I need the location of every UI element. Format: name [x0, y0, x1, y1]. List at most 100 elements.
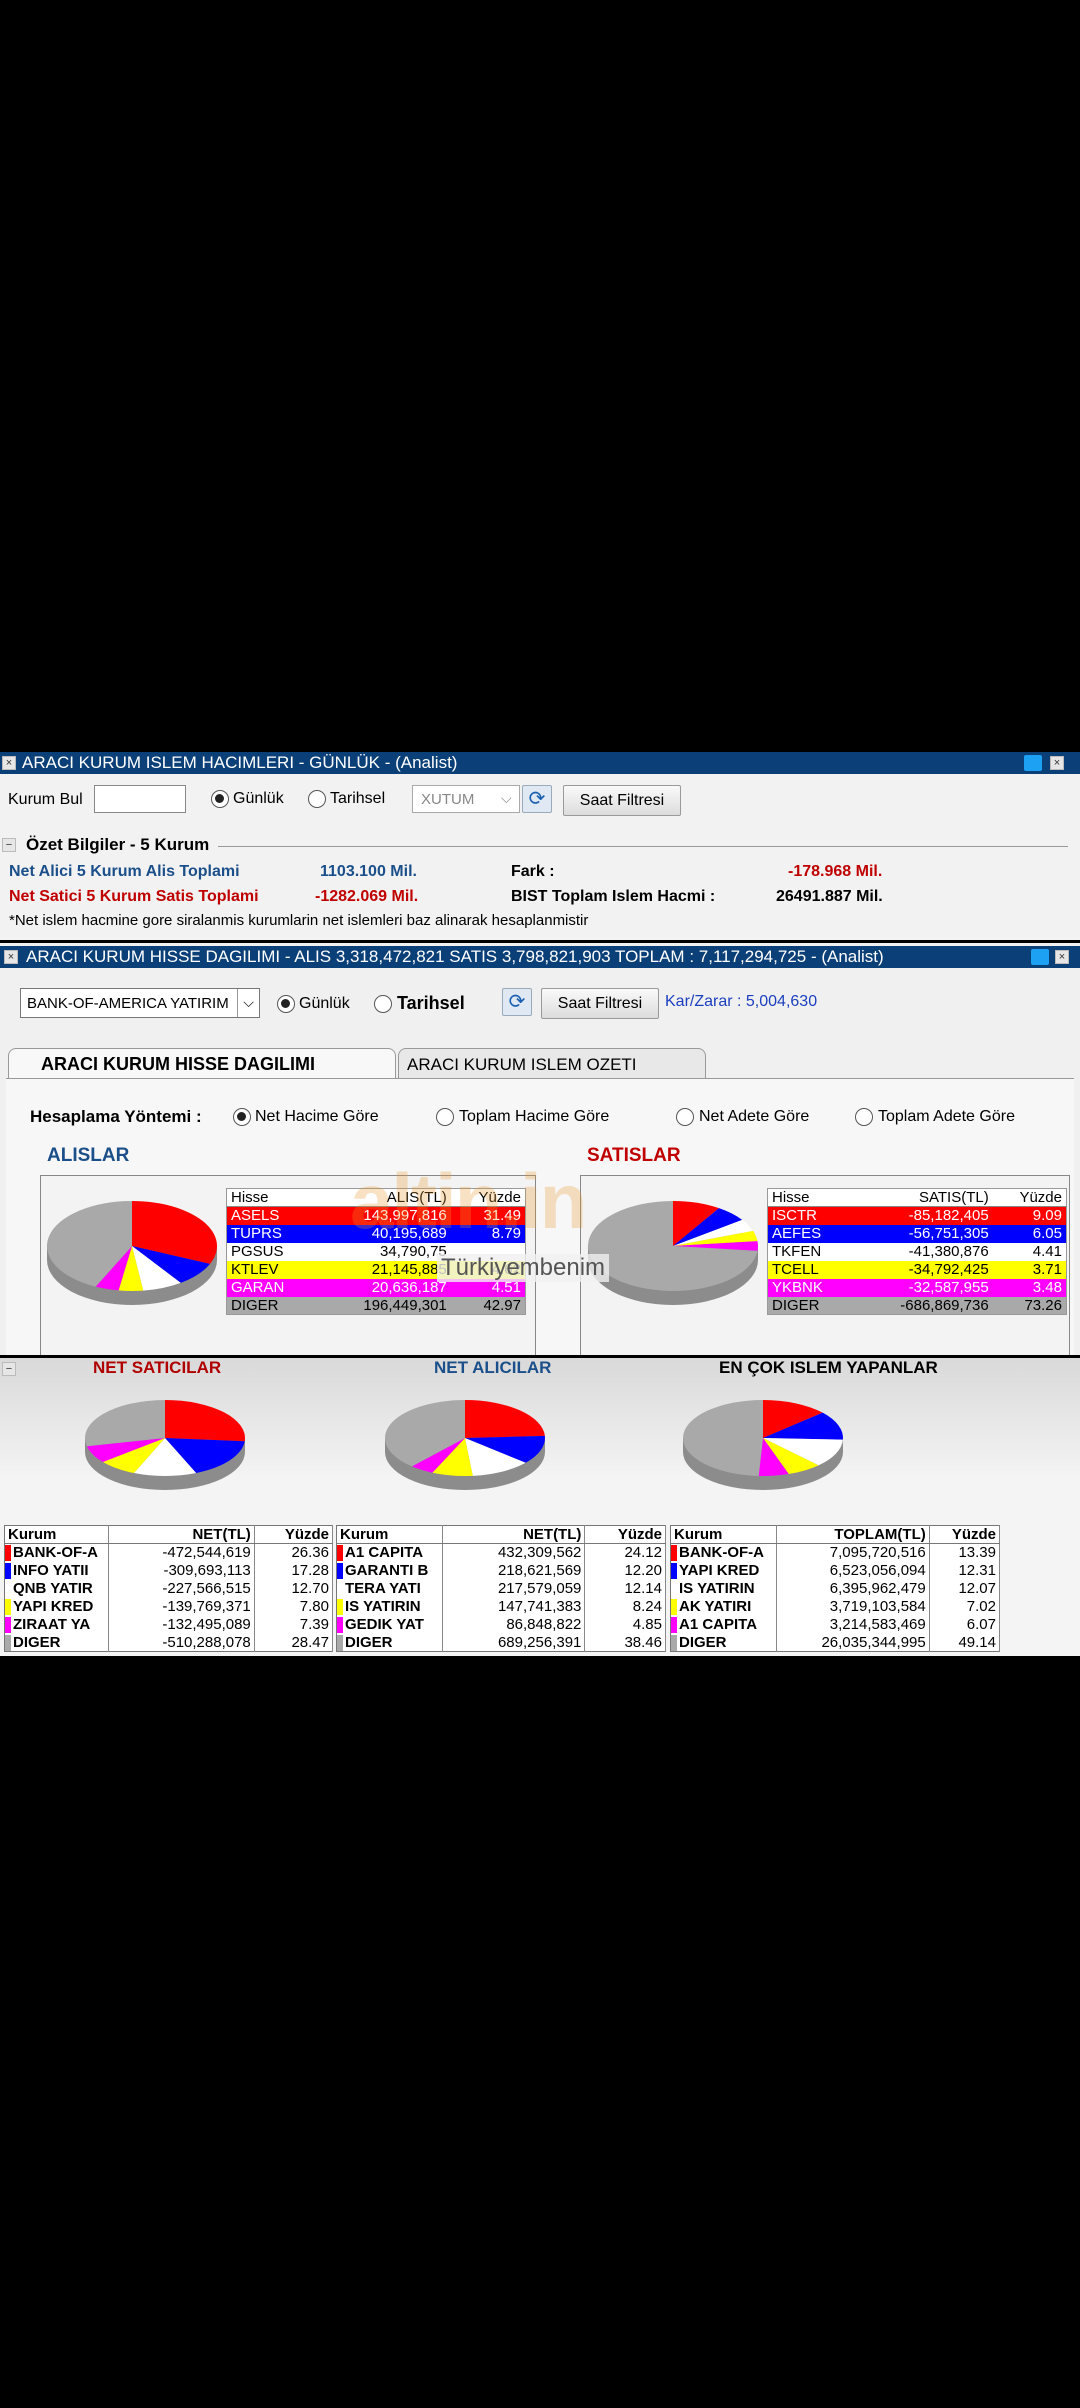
row-label: TERA YATI — [345, 1580, 421, 1597]
net-alici-table-cell-tl: 217,579,059 — [442, 1579, 586, 1598]
net-satici-table-row[interactable]: DIGER -510,288,078 28.47 — [4, 1633, 334, 1652]
satis-table-row[interactable]: DIGER -686,869,736 73.26 — [767, 1296, 1067, 1315]
radio-gunluk[interactable] — [211, 790, 229, 808]
method-toplam-adet-radio[interactable] — [855, 1108, 873, 1126]
satis-table-cell-tl: -34,792,425 — [908, 1261, 989, 1278]
radio-tarihsel[interactable] — [308, 790, 326, 808]
tab-hisse-dagilimi[interactable]: ARACI KURUM HISSE DAGILIMI — [8, 1048, 396, 1078]
collapse-icon[interactable]: − — [2, 1362, 16, 1376]
en-cok-table-cell-k: YAPI KRED — [670, 1561, 777, 1580]
saat-filtresi-button[interactable]: Saat Filtresi — [563, 785, 681, 816]
net-alici-table-cell-tl: 689,256,391 — [442, 1633, 586, 1652]
section-collapse-icon[interactable]: − — [2, 838, 16, 852]
en-cok-table-row[interactable]: YAPI KRED 6,523,056,094 12.31 — [670, 1561, 1001, 1580]
row-label: BANK-OF-A — [679, 1544, 764, 1562]
net-satici-table-cell-pct: 12.70 — [254, 1579, 334, 1598]
alis-table-cell-pct: 42.97 — [483, 1296, 521, 1314]
en-cok-table-cell-k: AK YATIRI — [670, 1597, 777, 1616]
pie-slice-a1-capita[interactable] — [465, 1400, 545, 1438]
twitter-icon[interactable] — [1031, 949, 1049, 965]
index-select[interactable]: XUTUM ⌵ — [412, 785, 520, 813]
satis-table-cell-tl: -85,182,405 — [908, 1207, 989, 1225]
satis-table-cell-pct: 3.48 — [1032, 1279, 1062, 1296]
net-satici-table-cell-tl: -132,495,089 — [108, 1615, 255, 1634]
net-satici-table-cell-tl: -472,544,619 — [108, 1543, 255, 1562]
alis-table-cell-hisse: KTLEV — [231, 1261, 279, 1278]
net-satici-table-cell-k: DIGER — [4, 1633, 109, 1652]
net-satici-table-cell-k: INFO YATII — [4, 1561, 109, 1580]
kurum-select-value: BANK-OF-AMERICA YATIRIM — [27, 995, 229, 1012]
method-net-hacim-label: Net Hacime Göre — [255, 1108, 379, 1125]
pie-slice-bank-of-a[interactable] — [165, 1400, 245, 1442]
satis-col-tl: SATIS(TL) — [853, 1188, 993, 1207]
refresh-icon[interactable]: ⟳ — [502, 988, 532, 1016]
na-col-tl: NET(TL) — [442, 1525, 586, 1544]
method-toplam-hacim-radio[interactable] — [436, 1108, 454, 1126]
kurum-bul-input[interactable] — [94, 785, 186, 813]
net-alici-table-row[interactable]: IS YATIRIN 147,741,383 8.24 — [336, 1597, 666, 1616]
en-cok-table-row[interactable]: DIGER 26,035,344,995 49.14 — [670, 1633, 1001, 1652]
net-alici-table-cell-pct: 4.85 — [584, 1615, 666, 1634]
en-cok-table-cell-pct: 49.14 — [929, 1633, 1001, 1652]
net-satici-table-row[interactable]: BANK-OF-A -472,544,619 26.36 — [4, 1543, 334, 1562]
satis-table-cell-hisse: YKBNK — [772, 1279, 823, 1296]
net-alici-table-cell-k: A1 CAPITA — [336, 1543, 443, 1562]
row-label: IS YATIRIN — [345, 1598, 421, 1615]
color-marker — [5, 1634, 11, 1651]
en-cok-table-cell-tl: 26,035,344,995 — [776, 1633, 930, 1652]
net-satici-table-row[interactable]: ZIRAAT YA -132,495,089 7.39 — [4, 1615, 334, 1634]
alis-table-cell-hisse: PGSUS — [231, 1243, 284, 1260]
collapse-icon[interactable]: × — [4, 950, 18, 964]
net-satici-table-cell-pct: 26.36 — [254, 1543, 334, 1562]
satis-table-cell-tl: -32,587,955 — [908, 1279, 989, 1296]
en-cok-table-row[interactable]: BANK-OF-A 7,095,720,516 13.39 — [670, 1543, 1001, 1562]
method-net-adet-radio[interactable] — [676, 1108, 694, 1126]
color-marker — [337, 1580, 343, 1597]
satis-table-row[interactable]: TCELL -34,792,425 3.71 — [767, 1260, 1067, 1279]
ec-col-kurum: Kurum — [670, 1525, 777, 1544]
net-satici-table-row[interactable]: YAPI KRED -139,769,371 7.80 — [4, 1597, 334, 1616]
panel2-title: ARACI KURUM HISSE DAGILIMI - ALIS 3,318,… — [26, 947, 884, 966]
net-alicilar-title: NET ALICILAR — [434, 1358, 552, 1377]
hesaplama-label: Hesaplama Yöntemi : — [30, 1107, 202, 1126]
radio-gunluk[interactable] — [277, 995, 295, 1013]
radio-tarihsel[interactable] — [374, 995, 392, 1013]
alis-table-cell-hisse: TUPRS — [231, 1225, 282, 1242]
twitter-icon[interactable] — [1024, 755, 1042, 771]
satis-table-cell-tl: -56,751,305 — [908, 1225, 989, 1242]
net-alici-table-row[interactable]: A1 CAPITA 432,309,562 24.12 — [336, 1543, 666, 1562]
refresh-icon[interactable]: ⟳ — [522, 785, 552, 813]
net-alici-table-row[interactable]: GEDIK YAT 86,848,822 4.85 — [336, 1615, 666, 1634]
en-cok-table-cell-k: DIGER — [670, 1633, 777, 1652]
tab-islem-ozeti[interactable]: ARACI KURUM ISLEM OZETI — [398, 1048, 706, 1078]
satis-table-row[interactable]: YKBNK -32,587,955 3.48 — [767, 1278, 1067, 1297]
en-cok-table-row[interactable]: IS YATIRIN 6,395,962,479 12.07 — [670, 1579, 1001, 1598]
panel-hisse-dagilimi: × ARACI KURUM HISSE DAGILIMI - ALIS 3,31… — [0, 943, 1080, 1355]
en-cok-table-cell-tl: 6,395,962,479 — [776, 1579, 930, 1598]
net-alici-table-row[interactable]: TERA YATI 217,579,059 12.14 — [336, 1579, 666, 1598]
satis-table-row[interactable]: ISCTR -85,182,405 9.09 — [767, 1206, 1067, 1225]
color-marker — [337, 1616, 343, 1633]
close-icon[interactable]: × — [1050, 756, 1064, 770]
collapse-icon[interactable]: × — [2, 756, 16, 770]
bist-label: BIST Toplam Islem Hacmi : — [511, 888, 716, 905]
na-col-kurum: Kurum — [336, 1525, 443, 1544]
alis-table-row[interactable]: DIGER 196,449,301 42.97 — [226, 1296, 526, 1315]
net-alici-table-cell-k: IS YATIRIN — [336, 1597, 443, 1616]
en-cok-title: EN ÇOK ISLEM YAPANLAR — [719, 1358, 938, 1377]
en-cok-table-row[interactable]: AK YATIRI 3,719,103,584 7.02 — [670, 1597, 1001, 1616]
en-cok-table-row[interactable]: A1 CAPITA 3,214,583,469 6.07 — [670, 1615, 1001, 1634]
close-icon[interactable]: × — [1055, 950, 1069, 964]
satis-table-row[interactable]: TKFEN -41,380,876 4.41 — [767, 1242, 1067, 1261]
en-cok-table-cell-pct: 13.39 — [929, 1543, 1001, 1562]
method-net-hacim-radio[interactable] — [233, 1108, 251, 1126]
net-satici-table-row[interactable]: INFO YATII -309,693,113 17.28 — [4, 1561, 334, 1580]
net-alici-table-row[interactable]: GARANTI B 218,621,569 12.20 — [336, 1561, 666, 1580]
net-alici-table-row[interactable]: DIGER 689,256,391 38.46 — [336, 1633, 666, 1652]
satis-table-row[interactable]: AEFES -56,751,305 6.05 — [767, 1224, 1067, 1243]
net-alici-label: Net Alici 5 Kurum Alis Toplami — [9, 863, 240, 880]
net-satici-table-row[interactable]: QNB YATIR -227,566,515 12.70 — [4, 1579, 334, 1598]
kurum-select[interactable]: BANK-OF-AMERICA YATIRIM ⌵ — [20, 988, 260, 1018]
color-marker — [337, 1545, 343, 1561]
saat-filtresi-button[interactable]: Saat Filtresi — [541, 988, 659, 1019]
